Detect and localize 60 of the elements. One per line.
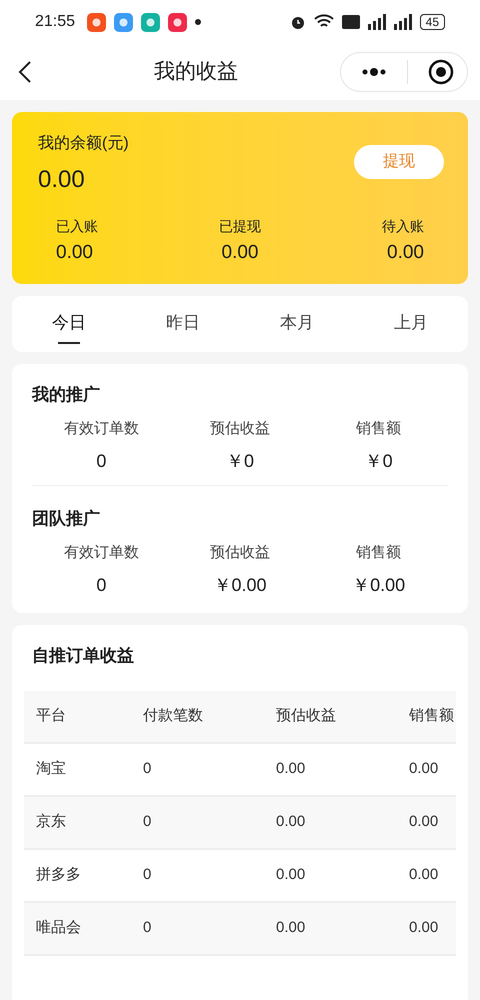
table-cell-text: 0.00 (275, 918, 306, 938)
column-header: 预估收益 (275, 706, 337, 726)
stat-label: 销售额 (356, 418, 402, 438)
stat-value: ￥0.00 (213, 574, 267, 597)
battery-indicator: 45 (420, 14, 445, 30)
stat-value: ￥0 (364, 450, 393, 473)
table-cell-text: 0 (142, 812, 152, 832)
stat-label: 销售额 (356, 542, 402, 562)
table-cell-text: 0.00 (275, 758, 306, 779)
stat-value: 0.00 (387, 241, 424, 265)
column-header: 付款笔数 (142, 706, 204, 726)
table-cell-text: 0 (142, 758, 152, 779)
section-title: 我的推广 (32, 384, 101, 406)
status-time: 21:55 (35, 12, 76, 32)
section-title: 团队推广 (32, 508, 101, 530)
dot-icon (195, 19, 202, 25)
stat-value: 0 (96, 450, 106, 473)
alarm-icon (290, 14, 306, 30)
period-tab[interactable]: 昨日 (126, 296, 240, 352)
period-tab[interactable]: 今日 (12, 296, 126, 352)
app-icon (114, 12, 134, 32)
stat-value: ￥0 (226, 450, 254, 473)
app-icon (87, 12, 106, 32)
table-cell-text: 0.00 (275, 812, 306, 832)
stat-label: 待入账 (382, 217, 424, 236)
stat-value: 0 (96, 574, 106, 597)
stat-label: 预估收益 (210, 542, 270, 562)
column-header: 平台 (35, 706, 67, 726)
table-cell-text: 0.00 (408, 864, 440, 885)
signal-icon (394, 14, 412, 30)
table-cell-text: 拼多多 (35, 864, 82, 885)
period-tab[interactable]: 本月 (240, 296, 354, 352)
stat-value: ￥0.00 (352, 574, 406, 597)
table-cell-text: 0.00 (408, 918, 440, 938)
column-header: 销售额 (408, 706, 455, 726)
more-icon[interactable] (361, 68, 387, 76)
table-cell-text: 京东 (35, 812, 67, 832)
balance-amount: 0.00 (38, 165, 86, 195)
balance-label: 我的余额(元) (38, 134, 129, 154)
table-cell-text: 0.00 (275, 864, 306, 885)
table-cell-text: 0.00 (408, 758, 440, 779)
stat-label: 已入账 (56, 217, 98, 236)
stat-value: 0.00 (222, 241, 258, 265)
stat-label: 有效订单数 (64, 542, 139, 562)
app-icon (141, 12, 160, 32)
table-cell-text: 淘宝 (35, 758, 67, 779)
back-icon[interactable] (18, 60, 32, 84)
table-cell-text: 0.00 (408, 812, 440, 832)
stat-label: 有效订单数 (64, 418, 139, 438)
signal-icon (368, 14, 386, 30)
table-cell-text: 0 (142, 864, 152, 885)
app-icon (168, 12, 188, 32)
table-cell-text: 唯品会 (35, 918, 82, 938)
period-tab[interactable]: 上月 (354, 296, 468, 352)
page-title: 我的收益 (154, 59, 238, 86)
stat-label: 已提现 (219, 217, 261, 236)
section-title: 自推订单收益 (31, 645, 135, 667)
stat-value: 0.00 (56, 241, 93, 265)
table-cell-text: 0 (142, 918, 152, 938)
stat-label: 预估收益 (210, 418, 270, 438)
